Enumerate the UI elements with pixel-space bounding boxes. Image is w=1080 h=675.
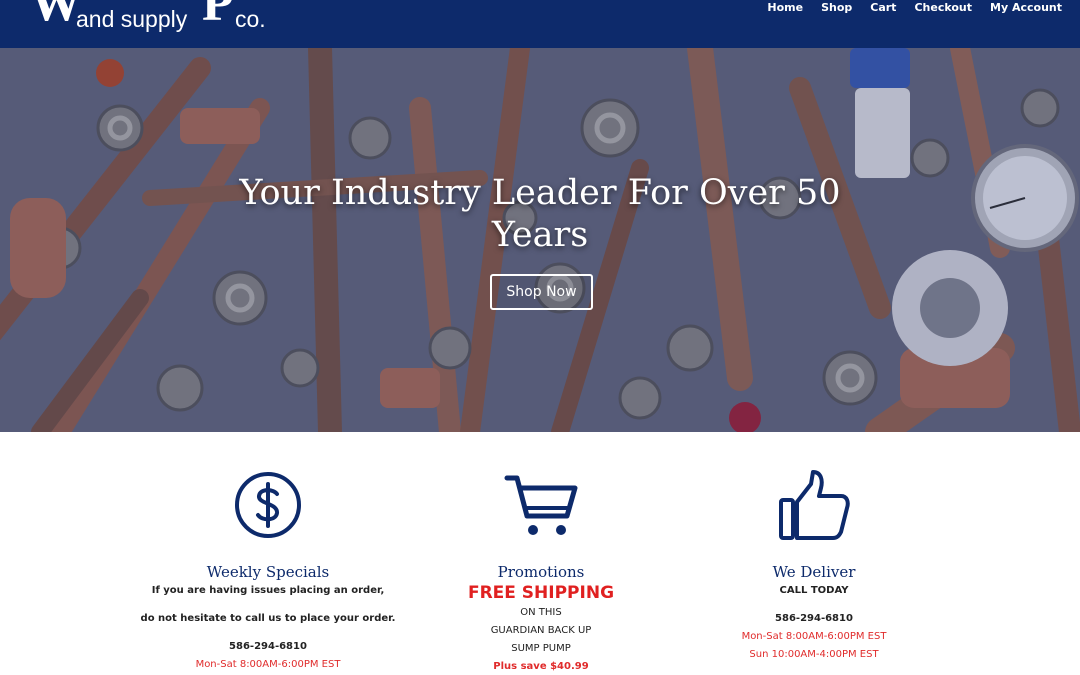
dollar-circle-icon bbox=[235, 472, 301, 538]
promo-savings: Plus save $40.99 bbox=[493, 661, 589, 672]
site-header: W P and supply co. Home Shop Cart Checko… bbox=[0, 0, 1080, 48]
promo-text: GUARDIAN BACK UP bbox=[490, 625, 592, 636]
nav-home[interactable]: Home bbox=[767, 0, 803, 16]
logo-text-co: co. bbox=[235, 6, 266, 32]
phone-number: 586-294-6810 bbox=[229, 641, 307, 652]
nav-shop[interactable]: Shop bbox=[821, 0, 852, 16]
call-today-label: CALL TODAY bbox=[779, 585, 849, 596]
hero-title: Your Industry Leader For Over 50 Years bbox=[239, 173, 841, 255]
feature-weekly-specials: Weekly Specials If you are having issues… bbox=[118, 470, 418, 674]
logo-text-and-supply: and supply bbox=[76, 6, 188, 32]
business-hours: Mon-Sat 8:00AM-6:00PM EST bbox=[195, 659, 341, 670]
business-hours-sunday: Sun 10:00AM-4:00PM EST bbox=[749, 649, 879, 660]
feature-text: If you are having issues placing an orde… bbox=[151, 585, 385, 596]
thumbs-up-icon bbox=[779, 470, 850, 540]
phone-number: 586-294-6810 bbox=[775, 613, 853, 624]
feature-we-deliver: We Deliver CALL TODAY 586-294-6810 Mon-S… bbox=[664, 470, 964, 664]
feature-title: Weekly Specials bbox=[206, 563, 330, 581]
hero-banner: Your Industry Leader For Over 50 Years S… bbox=[0, 48, 1080, 432]
main-nav: Home Shop Cart Checkout My Account bbox=[749, 0, 1062, 16]
feature-text: do not hesitate to call us to place your… bbox=[140, 613, 396, 624]
nav-my-account[interactable]: My Account bbox=[990, 0, 1062, 16]
feature-title: Promotions bbox=[497, 563, 585, 581]
shop-now-button[interactable]: Shop Now bbox=[490, 274, 593, 310]
free-shipping-label: FREE SHIPPING bbox=[467, 583, 615, 603]
feature-title: We Deliver bbox=[772, 563, 856, 581]
nav-cart[interactable]: Cart bbox=[870, 0, 896, 16]
promo-text: SUMP PUMP bbox=[511, 643, 571, 654]
feature-promotions: Promotions FREE SHIPPING ON THIS GUARDIA… bbox=[391, 470, 691, 675]
promo-text: ON THIS bbox=[520, 607, 562, 618]
nav-checkout[interactable]: Checkout bbox=[914, 0, 972, 16]
business-hours: Mon-Sat 8:00AM-6:00PM EST bbox=[741, 631, 887, 642]
logo-letter-p: P bbox=[202, 0, 234, 32]
logo-letter-w: W bbox=[30, 0, 82, 32]
logo[interactable]: W P and supply co. bbox=[30, 0, 330, 48]
cart-icon bbox=[504, 475, 578, 535]
